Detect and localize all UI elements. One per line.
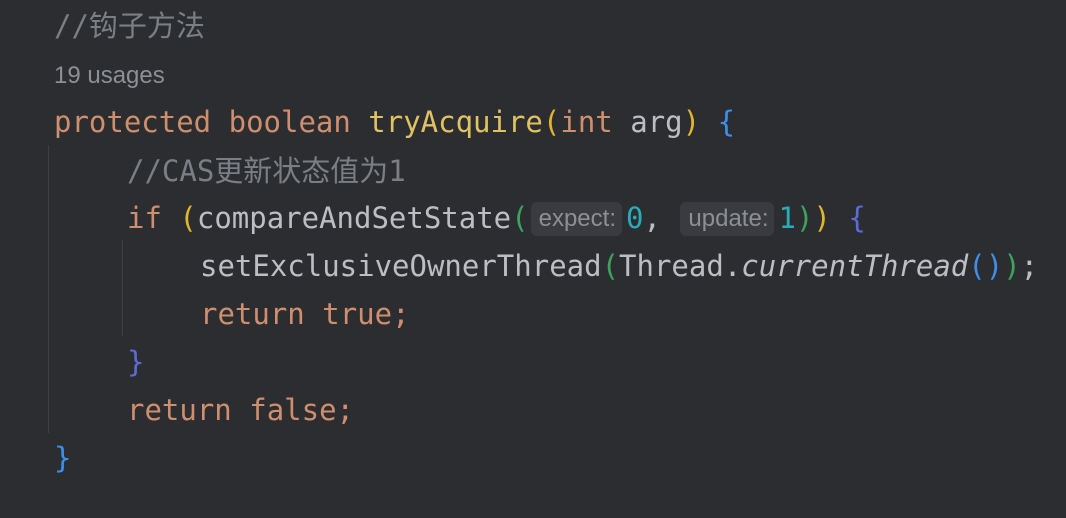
open-paren: ( <box>179 201 197 235</box>
code-editor[interactable]: //钩子方法 19 usages protected boolean tryAc… <box>0 0 1066 518</box>
open-brace: { <box>848 201 866 235</box>
dot: . <box>723 249 742 283</box>
comma: , <box>643 201 661 235</box>
return-keyword: return <box>200 297 305 331</box>
close-paren: ) <box>795 201 814 235</box>
close-brace: } <box>127 345 145 379</box>
usages-hint[interactable]: 19 usages <box>54 56 165 96</box>
close-paren: ) <box>1003 249 1021 283</box>
return-statement: return false; <box>54 390 354 430</box>
if-statement: if (compareAndSetState(expect: 0, update:… <box>54 198 866 238</box>
return-type-keyword: boolean <box>228 105 351 139</box>
method-call-statement: setExclusiveOwnerThread(Thread.currentTh… <box>54 246 1038 286</box>
return-statement: return true; <box>54 294 410 334</box>
semicolon: ; <box>1020 249 1039 283</box>
semicolon: ; <box>392 297 410 331</box>
number-literal: 1 <box>778 201 796 235</box>
class-name[interactable]: Thread <box>619 249 724 283</box>
param-name[interactable]: arg <box>630 105 682 139</box>
open-paren: ( <box>542 105 561 139</box>
open-brace: { <box>717 105 736 139</box>
modifier-keyword: protected <box>54 105 212 139</box>
inner-parens: () <box>968 249 1004 283</box>
boolean-literal: true <box>322 297 393 331</box>
param-hint-expect: expect: <box>530 202 622 236</box>
boolean-literal: false <box>249 393 337 427</box>
semicolon: ; <box>336 393 355 427</box>
method-call[interactable]: compareAndSetState <box>197 201 511 235</box>
number-literal: 0 <box>626 201 644 235</box>
close-paren: ) <box>682 105 701 139</box>
comment-line: //CAS更新状态值为1 <box>127 154 406 188</box>
if-keyword: if <box>127 201 162 235</box>
open-paren: ( <box>601 249 620 283</box>
method-signature: protected boolean tryAcquire(int arg) { <box>54 102 735 142</box>
comment-line: //钩子方法 <box>54 9 205 43</box>
open-paren: ( <box>511 201 529 235</box>
close-paren: ) <box>813 201 831 235</box>
method-call[interactable]: setExclusiveOwnerThread <box>200 249 602 283</box>
return-keyword: return <box>127 393 232 427</box>
close-brace: } <box>54 441 72 475</box>
static-method-call[interactable]: currentThread <box>741 249 968 283</box>
indent-guide <box>48 145 49 433</box>
method-name[interactable]: tryAcquire <box>368 105 543 139</box>
param-hint-update: update: <box>680 202 775 236</box>
param-type: int <box>560 105 613 139</box>
